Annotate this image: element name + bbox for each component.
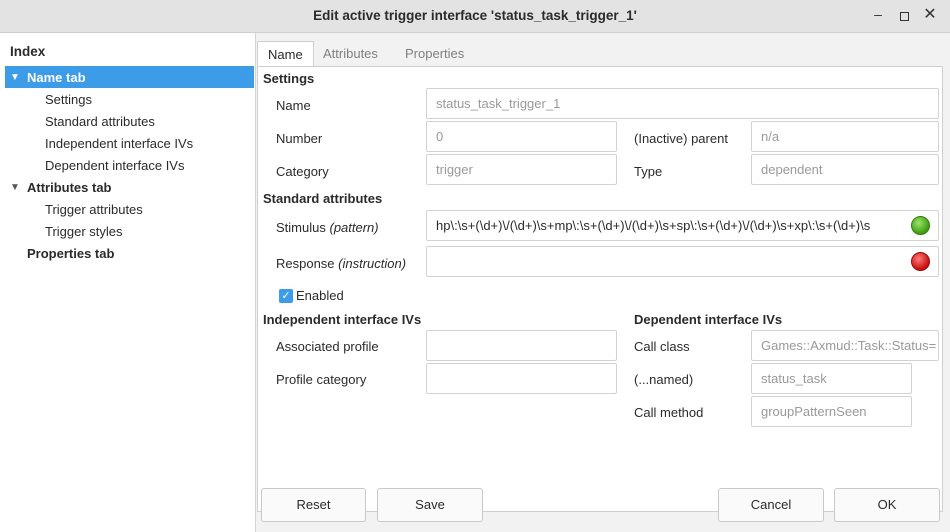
profile-category-field[interactable] [426,363,617,394]
expand-triangle-icon[interactable]: ▼ [10,72,24,83]
stimulus-label: Stimulus (pattern) [276,220,379,235]
maximize-icon[interactable] [896,8,912,24]
window-title: Edit active trigger interface 'status_ta… [313,8,637,23]
number-field[interactable]: 0 [426,121,617,152]
tab-attributes[interactable]: Attributes [313,41,388,67]
associated-profile-field[interactable] [426,330,617,361]
stimulus-label-text: Stimulus [276,220,326,235]
tree-item-label: Settings [45,91,92,107]
response-hint: (instruction) [338,256,407,271]
tree-item-name-tab[interactable]: ▼ Name tab [5,66,254,88]
parent-field[interactable]: n/a [751,121,939,152]
tree-item-label: Properties tab [27,245,115,261]
tree-item-label: Dependent interface IVs [45,157,185,173]
dependent-ivs-heading: Dependent interface IVs [634,312,783,327]
settings-heading: Settings [263,71,315,86]
save-button[interactable]: Save [377,488,483,522]
associated-profile-label: Associated profile [276,339,379,354]
call-method-label: Call method [634,405,704,420]
tree-item-standard-attributes[interactable]: Standard attributes [5,110,254,132]
name-field[interactable]: status_task_trigger_1 [426,88,939,119]
tab-name[interactable]: Name [257,41,314,67]
tab-properties[interactable]: Properties [395,41,474,67]
tree-item-dependent-ivs[interactable]: Dependent interface IVs [5,154,254,176]
reset-button[interactable]: Reset [261,488,366,522]
tree-item-trigger-attributes[interactable]: Trigger attributes [5,198,254,220]
tree-item-label: Independent interface IVs [45,135,194,151]
category-field[interactable]: trigger [426,154,617,185]
standard-attributes-heading: Standard attributes [263,191,383,206]
tree-item-properties-tab[interactable]: Properties tab [5,242,254,264]
ok-button[interactable]: OK [834,488,940,522]
title-bar: Edit active trigger interface 'status_ta… [0,0,950,33]
index-header: Index [10,44,46,59]
content-area: Name Attributes Properties Settings Name… [256,33,950,532]
call-class-label: Call class [634,339,690,354]
named-label: (...named) [634,372,694,387]
expand-triangle-icon[interactable]: ▼ [10,182,24,193]
number-label: Number [276,131,323,146]
tree-item-trigger-styles[interactable]: Trigger styles [5,220,254,242]
index-sidebar: Index ▼ Name tab Settings Standard attri… [0,33,256,532]
tree-item-independent-ivs[interactable]: Independent interface IVs [5,132,254,154]
parent-label: (Inactive) parent [634,131,728,146]
stimulus-valid-icon [911,216,930,235]
minimize-icon[interactable]: – [870,6,886,22]
tree-item-label: Standard attributes [45,113,155,129]
tree-item-label: Attributes tab [27,179,112,195]
type-field[interactable]: dependent [751,154,939,185]
tree-item-label: Trigger styles [45,223,123,239]
enabled-label: Enabled [296,288,344,303]
profile-category-label: Profile category [276,372,367,387]
named-field[interactable]: status_task [751,363,912,394]
call-class-field[interactable]: Games::Axmud::Task::Status= [751,330,939,361]
type-label: Type [634,164,663,179]
enabled-checkbox[interactable]: ✓ [279,289,293,303]
close-icon[interactable]: ✕ [922,6,938,23]
tree-item-settings[interactable]: Settings [5,88,254,110]
tab-bar: Name Attributes Properties [256,41,950,67]
stimulus-field[interactable]: hp\:\s+(\d+)\/(\d+)\s+mp\:\s+(\d+)\/(\d+… [426,210,939,241]
response-field[interactable] [426,246,939,277]
tree-item-label: Trigger attributes [45,201,143,217]
cancel-button[interactable]: Cancel [718,488,824,522]
name-tab-panel: Settings Name status_task_trigger_1 Numb… [257,66,943,512]
tree-item-label: Name tab [27,69,86,85]
stimulus-hint: (pattern) [329,220,379,235]
name-label: Name [276,98,311,113]
response-label-text: Response [276,256,335,271]
tree-item-attributes-tab[interactable]: ▼ Attributes tab [5,176,254,198]
category-label: Category [276,164,329,179]
independent-ivs-heading: Independent interface IVs [263,312,422,327]
response-label: Response (instruction) [276,256,406,271]
response-invalid-icon [911,252,930,271]
call-method-field[interactable]: groupPatternSeen [751,396,912,427]
